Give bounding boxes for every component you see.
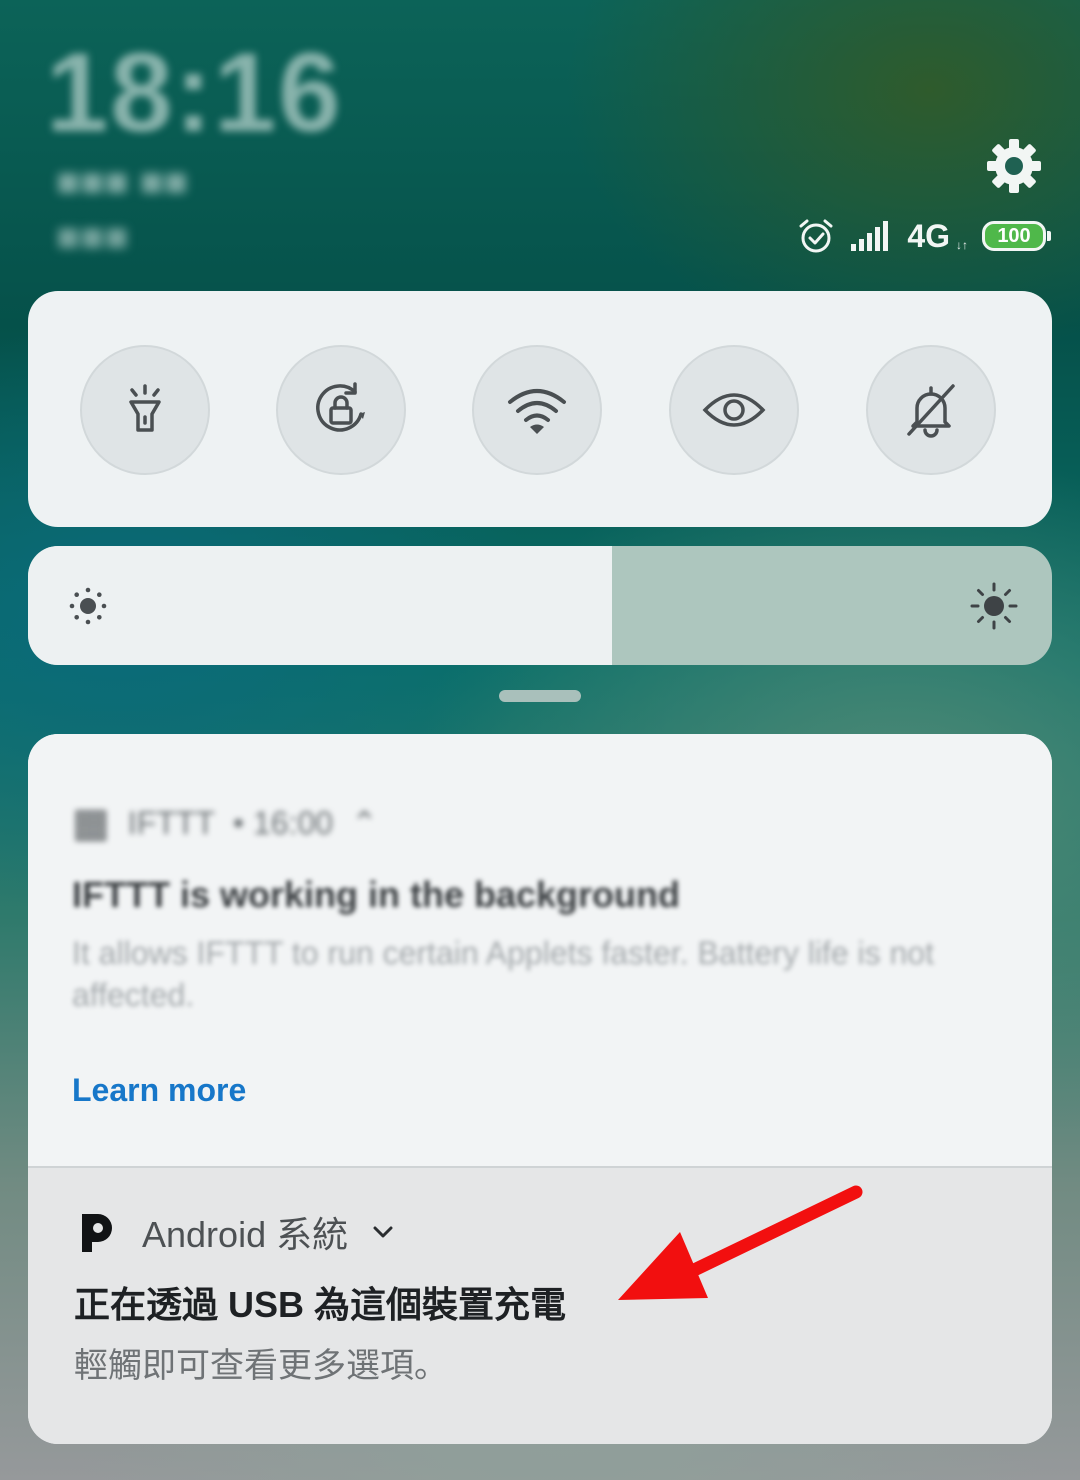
usb-notification-header: Android 系統	[78, 1206, 394, 1258]
network-type: 4G	[907, 217, 950, 254]
brightness-slider[interactable]	[28, 546, 1052, 665]
usb-charging-notification[interactable]: Android 系統 正在透過 USB 為這個裝置充電 輕觸即可查看更多選項。	[28, 1168, 1052, 1444]
flashlight-toggle[interactable]	[80, 345, 210, 475]
brightness-slider-fill	[28, 546, 612, 665]
usb-notification-subtitle: 輕觸即可查看更多選項。	[74, 1347, 448, 1385]
rotation-lock-toggle[interactable]	[276, 345, 406, 475]
status-bar: 4G ↓↑ 100	[797, 214, 1051, 258]
wifi-icon	[508, 389, 566, 434]
android-system-icon	[82, 1214, 112, 1252]
quick-settings-panel	[28, 291, 1052, 527]
network-activity-icon: ↓↑	[956, 238, 968, 252]
expand-icon: ⌃	[351, 805, 378, 841]
ifttt-notification-title: IFTTT is working in the background	[72, 874, 681, 915]
gear-icon	[987, 139, 1041, 193]
usb-notification-title: 正在透過 USB 為這個裝置充電	[74, 1284, 567, 1325]
silent-mode-toggle[interactable]	[866, 345, 996, 475]
ifttt-notification-header: ▦ IFTTT • 16:00 ⌃	[72, 800, 378, 846]
bell-off-icon	[907, 384, 955, 438]
chevron-down-icon[interactable]	[372, 1224, 394, 1240]
alarm-icon	[799, 219, 833, 253]
battery-indicator: 100	[982, 221, 1051, 251]
date: ■■■ ■■	[56, 160, 188, 204]
usb-app-name: Android 系統	[142, 1214, 349, 1255]
annotation-arrow-icon	[618, 1185, 863, 1300]
ifttt-notification[interactable]: ▦ IFTTT • 16:00 ⌃ IFTTT is working in th…	[28, 734, 1052, 1166]
ifttt-time: • 16:00	[232, 804, 334, 841]
weekday: ■■■	[56, 215, 129, 259]
signal-icon	[851, 221, 889, 251]
drawer-handle[interactable]	[499, 690, 581, 702]
clock: 18:16	[46, 30, 343, 155]
ifttt-app-icon: ▦	[72, 801, 110, 845]
flashlight-icon	[129, 384, 161, 432]
settings-button[interactable]	[984, 136, 1044, 196]
ifttt-notification-body: It allows IFTTT to run certain Applets f…	[72, 935, 934, 1013]
eye-icon	[702, 393, 766, 427]
learn-more-link[interactable]: Learn more	[72, 1072, 246, 1109]
brightness-low-icon	[69, 587, 107, 625]
ifttt-app-name: IFTTT	[127, 804, 215, 841]
rotation-lock-icon	[316, 382, 365, 432]
wifi-toggle[interactable]	[472, 345, 602, 475]
notification-list: ▦ IFTTT • 16:00 ⌃ IFTTT is working in th…	[28, 734, 1052, 1444]
brightness-high-icon	[970, 582, 1018, 630]
reading-mode-toggle[interactable]	[669, 345, 799, 475]
